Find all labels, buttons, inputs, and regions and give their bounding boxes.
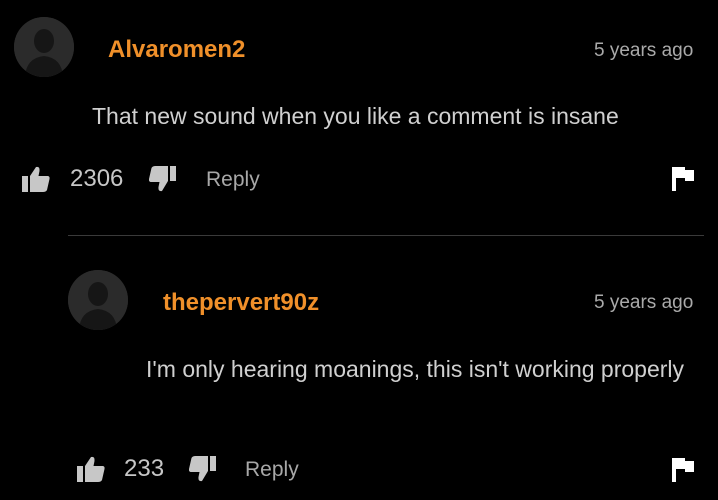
comment-timestamp: 5 years ago [594, 292, 694, 313]
comment-timestamp: 5 years ago [594, 40, 694, 61]
flag-icon[interactable] [672, 167, 694, 191]
user-avatar-icon[interactable] [14, 17, 74, 77]
like-count: 233 [124, 455, 165, 482]
thumbs-up-icon[interactable] [22, 166, 50, 192]
flag-icon[interactable] [672, 458, 694, 482]
like-count: 2306 [70, 165, 124, 192]
comment-text: I'm only hearing moanings, this isn't wo… [146, 356, 685, 382]
thumbs-down-icon[interactable] [149, 166, 176, 192]
thumbs-up-icon[interactable] [77, 456, 105, 482]
comment-username[interactable]: thepervert90z [163, 289, 319, 317]
thumbs-down-icon[interactable] [189, 456, 216, 482]
comment-username[interactable]: Alvaromen2 [108, 36, 245, 64]
divider [68, 235, 704, 236]
reply-button[interactable]: Reply [206, 168, 260, 192]
reply-button[interactable]: Reply [245, 458, 299, 482]
user-avatar-icon[interactable] [68, 270, 128, 330]
comment-text: That new sound when you like a comment i… [92, 103, 619, 129]
